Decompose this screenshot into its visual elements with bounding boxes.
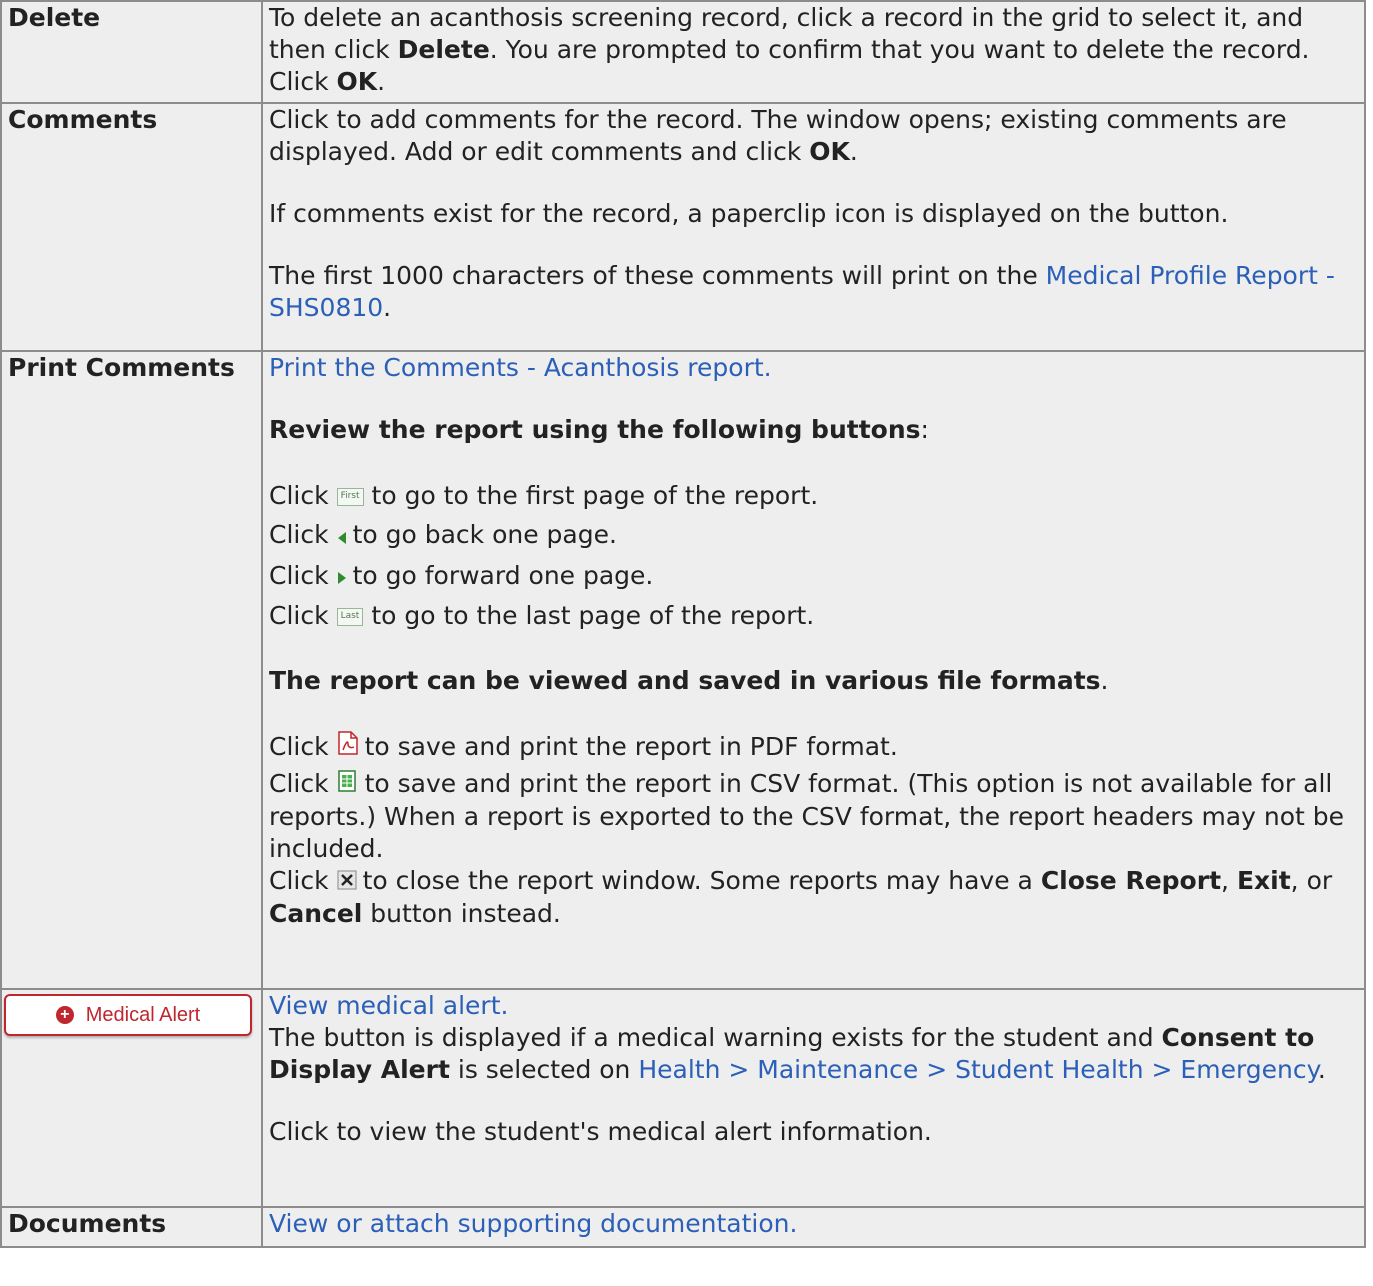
documents-link[interactable]: View or attach supporting documentation. (269, 1209, 797, 1238)
row-comments: Comments Click to add comments for the r… (0, 102, 1366, 352)
row-description: View medical alert. The button is displa… (261, 988, 1366, 1208)
row-label: Documents (0, 1206, 263, 1248)
csv-icon (337, 769, 359, 801)
row-label: Print Comments (0, 350, 263, 990)
print-comments-report-link[interactable]: Print the Comments - Acanthosis report. (269, 353, 772, 382)
view-medical-alert-link[interactable]: View medical alert. (269, 991, 508, 1020)
row-delete: Delete To delete an acanthosis screening… (0, 0, 1366, 104)
row-medical-alert: + Medical Alert View medical alert. The b… (0, 988, 1366, 1208)
medical-alert-button-label: Medical Alert (85, 1004, 201, 1026)
first-page-icon: First (336, 488, 364, 506)
row-label: Comments (0, 102, 263, 352)
pdf-icon (337, 728, 359, 768)
row-documents: Documents View or attach supporting docu… (0, 1206, 1366, 1248)
last-page-icon: Last (336, 608, 364, 626)
row-description: To delete an acanthosis screening record… (261, 0, 1366, 104)
help-table: Delete To delete an acanthosis screening… (0, 0, 1366, 1248)
row-description: View or attach supporting documentation. (261, 1206, 1366, 1248)
medical-alert-button[interactable]: + Medical Alert (4, 994, 252, 1036)
health-emergency-link[interactable]: Health > Maintenance > Student Health > … (638, 1055, 1318, 1084)
row-description: Print the Comments - Acanthosis report. … (261, 350, 1366, 990)
close-x-icon (337, 866, 357, 898)
row-label-cell: + Medical Alert (0, 988, 263, 1208)
row-description: Click to add comments for the record. Th… (261, 102, 1366, 352)
triangle-right-icon (337, 557, 347, 596)
plus-circle-icon: + (55, 1006, 74, 1024)
paperclip-note: If comments exist for the record, a pape… (269, 199, 1229, 228)
triangle-left-icon (337, 517, 347, 556)
row-print-comments: Print Comments Print the Comments - Acan… (0, 350, 1366, 990)
row-label: Delete (0, 0, 263, 104)
